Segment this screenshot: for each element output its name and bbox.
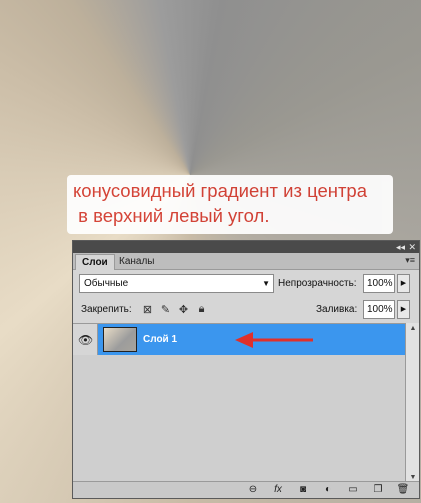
lock-position-icon[interactable]: ✥ bbox=[177, 303, 190, 316]
group-folder-icon[interactable]: ▭ bbox=[345, 483, 361, 497]
opacity-label: Непрозрачность: bbox=[278, 278, 357, 289]
layer-row[interactable]: 👁︎ Слой 1 bbox=[73, 324, 406, 355]
blend-mode-value: Обычные bbox=[84, 278, 129, 289]
panel-titlebar[interactable]: ◂◂ ✕ bbox=[73, 241, 419, 253]
lock-row: Закрепить: ⊠ ✎ ✥ 🔒︎ Заливка: 100% ▶ bbox=[73, 300, 419, 319]
scroll-up-icon[interactable]: ▲ bbox=[406, 325, 420, 332]
chevron-down-icon: ▼ bbox=[262, 279, 270, 288]
panel-menu-icon[interactable]: ▾≡ bbox=[405, 255, 415, 266]
layer-thumbnail[interactable] bbox=[103, 327, 137, 352]
lock-all-icon[interactable]: 🔒︎ bbox=[195, 303, 208, 316]
tab-channels[interactable]: Каналы bbox=[113, 254, 161, 270]
layers-scrollbar[interactable]: ▲ ▼ bbox=[405, 323, 419, 483]
eye-icon: 👁︎ bbox=[78, 333, 94, 347]
visibility-toggle[interactable]: 👁︎ bbox=[73, 324, 98, 355]
close-icon[interactable]: ✕ bbox=[408, 241, 416, 253]
fx-icon[interactable]: fx bbox=[270, 483, 286, 497]
fill-input[interactable]: 100% bbox=[363, 300, 395, 319]
annotation-line-2: в верхний левый угол. bbox=[73, 205, 270, 226]
double-chevron-left-icon[interactable]: ◂◂ bbox=[396, 241, 405, 253]
panel-footer: ⊖ fx ◙ ◐ ▭ ❐ 🗑︎ bbox=[73, 481, 419, 498]
lock-icons: ⊠ ✎ ✥ 🔒︎ bbox=[141, 300, 208, 319]
fill-stepper[interactable]: ▶ bbox=[397, 300, 410, 319]
lock-label: Закрепить: bbox=[81, 304, 132, 315]
link-icon[interactable]: ⊖ bbox=[245, 483, 261, 497]
opacity-input[interactable]: 100% bbox=[363, 274, 395, 293]
layer-name[interactable]: Слой 1 bbox=[143, 324, 177, 355]
footer-icons: ⊖ fx ◙ ◐ ▭ ❐ 🗑︎ bbox=[245, 483, 411, 497]
scroll-down-icon[interactable]: ▼ bbox=[406, 474, 420, 481]
blend-row: Обычные ▼ Непрозрачность: 100% ▶ bbox=[73, 274, 419, 293]
opacity-stepper[interactable]: ▶ bbox=[397, 274, 410, 293]
blend-mode-select[interactable]: Обычные ▼ bbox=[79, 274, 274, 293]
trash-icon[interactable]: 🗑︎ bbox=[395, 483, 411, 497]
layers-panel: ◂◂ ✕ Слои Каналы ▾≡ Обычные ▼ Непрозрачн… bbox=[72, 240, 420, 499]
mask-icon[interactable]: ◙ bbox=[295, 483, 311, 497]
panel-tabs: Слои Каналы ▾≡ bbox=[73, 253, 419, 270]
lock-transparent-icon[interactable]: ⊠ bbox=[141, 303, 154, 316]
pointer-arrow-icon bbox=[235, 332, 313, 348]
annotation-note: конусовидный градиент из центра в верхни… bbox=[67, 175, 393, 234]
lock-pixels-icon[interactable]: ✎ bbox=[159, 303, 172, 316]
new-layer-icon[interactable]: ❐ bbox=[370, 483, 386, 497]
adjustment-icon[interactable]: ◐ bbox=[320, 483, 336, 497]
tab-layers[interactable]: Слои bbox=[75, 254, 115, 270]
layers-list: 👁︎ Слой 1 bbox=[73, 323, 406, 483]
fill-label: Заливка: bbox=[316, 304, 358, 315]
annotation-line-1: конусовидный градиент из центра bbox=[73, 180, 368, 201]
